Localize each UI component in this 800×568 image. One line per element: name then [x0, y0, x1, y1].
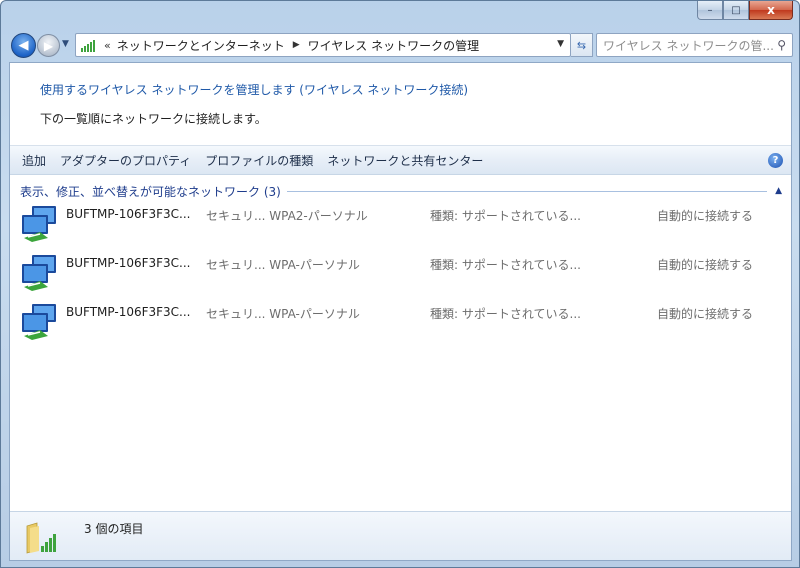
adapter-properties-button[interactable]: アダプターのプロパティ: [53, 152, 198, 169]
network-signal-icon: [80, 37, 98, 53]
refresh-button[interactable]: ⇆: [571, 33, 593, 57]
network-name: BUFTMP-106F3F3C...: [66, 256, 191, 270]
network-connect-mode: 自動的に接続する: [657, 307, 754, 321]
caption-buttons: – □ x: [697, 1, 793, 20]
network-row[interactable]: BUFTMP-106F3F3C... セキュリ... WPA-パーソナル 種類:…: [18, 253, 778, 297]
item-count: 3 個の項目: [84, 522, 144, 536]
breadcrumb-separator-icon[interactable]: ▶: [293, 40, 300, 50]
network-connect-mode: 自動的に接続する: [657, 258, 754, 272]
network-security: セキュリ... WPA2-パーソナル: [206, 209, 368, 223]
add-button[interactable]: 追加: [15, 152, 53, 169]
close-button[interactable]: x: [749, 1, 793, 20]
profile-type-button[interactable]: プロファイルの種類: [198, 152, 320, 169]
network-row[interactable]: BUFTMP-106F3F3C... セキュリ... WPA-パーソナル 種類:…: [18, 302, 778, 346]
wireless-folder-icon: [26, 522, 56, 554]
back-button[interactable]: ◀: [11, 33, 36, 58]
breadcrumb-overflow[interactable]: «: [104, 39, 111, 52]
address-bar[interactable]: « ネットワークとインターネット ▶ ワイヤレス ネットワークの管理 ▼: [75, 33, 571, 57]
chevron-down-icon: ▼: [62, 39, 69, 49]
network-type: 種類: サポートされている...: [430, 258, 581, 272]
back-arrow-icon: ◀: [18, 38, 29, 53]
navigation-bar: ◀ ▶ ▼ « ネットワークとインターネット ▶ ワイヤレス ネットワークの管理…: [9, 31, 793, 59]
command-bar: 追加 アダプターのプロパティ プロファイルの種類 ネットワークと共有センター ?: [10, 145, 791, 175]
minimize-button[interactable]: –: [697, 1, 723, 20]
network-group-header[interactable]: 表示、修正、並べ替えが可能なネットワーク (3) ▲: [20, 183, 782, 199]
recent-pages-dropdown[interactable]: ▼: [62, 39, 69, 49]
forward-button[interactable]: ▶: [37, 34, 60, 57]
network-name: BUFTMP-106F3F3C...: [66, 207, 191, 221]
group-title: 表示、修正、並べ替えが可能なネットワーク (3): [20, 184, 281, 199]
search-icon[interactable]: ⚲: [777, 38, 786, 52]
forward-arrow-icon: ▶: [43, 38, 54, 53]
network-type: 種類: サポートされている...: [430, 209, 581, 223]
address-dropdown-icon[interactable]: ▼: [557, 39, 564, 49]
content-pane: 使用するワイヤレス ネットワークを管理します (ワイヤレス ネットワーク接続) …: [9, 62, 792, 561]
breadcrumb-manage-wireless[interactable]: ワイヤレス ネットワークの管理: [308, 37, 479, 54]
network-type: 種類: サポートされている...: [430, 307, 581, 321]
maximize-button[interactable]: □: [723, 1, 749, 20]
network-connect-mode: 自動的に接続する: [657, 209, 754, 223]
breadcrumb-network-internet[interactable]: ネットワークとインターネット: [117, 37, 285, 54]
page-description: 下の一覧順にネットワークに接続します。: [40, 112, 267, 126]
network-sharing-center-button[interactable]: ネットワークと共有センター: [320, 152, 490, 169]
manage-networks-link[interactable]: 使用するワイヤレス ネットワークを管理します (ワイヤレス ネットワーク接続): [40, 81, 468, 98]
wireless-network-icon: [22, 206, 56, 242]
wireless-network-icon: [22, 304, 56, 340]
window-frame: – □ x ◀ ▶ ▼ « ネットワークとインターネット ▶ ワイヤレス ネット…: [0, 0, 800, 568]
group-divider: [286, 190, 768, 192]
refresh-icon: ⇆: [576, 38, 587, 52]
details-pane: 3 個の項目: [10, 511, 791, 560]
search-placeholder: ワイヤレス ネットワークの管...: [603, 38, 774, 53]
network-row[interactable]: BUFTMP-106F3F3C... セキュリ... WPA2-パーソナル 種類…: [18, 204, 778, 248]
wireless-network-icon: [22, 255, 56, 291]
help-icon[interactable]: ?: [768, 153, 783, 168]
network-security: セキュリ... WPA-パーソナル: [206, 258, 360, 272]
network-name: BUFTMP-106F3F3C...: [66, 305, 191, 319]
search-input[interactable]: ワイヤレス ネットワークの管... ⚲: [596, 33, 793, 57]
network-security: セキュリ... WPA-パーソナル: [206, 307, 360, 321]
collapse-icon[interactable]: ▲: [775, 186, 782, 196]
